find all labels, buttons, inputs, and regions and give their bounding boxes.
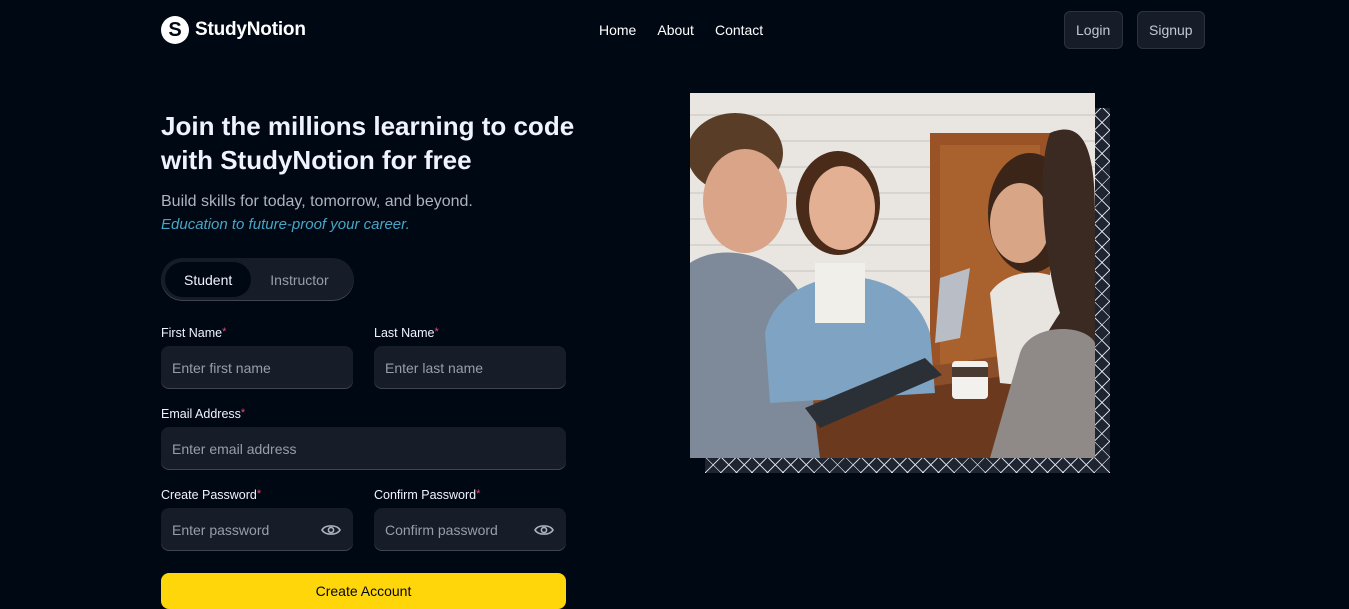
create-account-button[interactable]: Create Account: [161, 573, 566, 609]
page-subtitle: Build skills for today, tomorrow, and be…: [161, 193, 473, 210]
email-label-text: Email Address: [161, 407, 241, 421]
required-mark: *: [434, 326, 439, 338]
nav-home-link[interactable]: Home: [599, 22, 636, 38]
required-mark: *: [256, 488, 262, 500]
first-name-label-text: First Name: [161, 326, 223, 340]
password-label-text: Create Password: [161, 488, 257, 502]
eye-icon[interactable]: [320, 522, 342, 538]
login-button[interactable]: Login: [1064, 11, 1123, 49]
last-name-label: Last Name*: [374, 326, 439, 340]
last-name-field[interactable]: [374, 346, 566, 389]
page-title: Join the millions learning to code with …: [161, 111, 575, 175]
confirm-password-label-text: Confirm Password: [374, 488, 477, 502]
brand-logo[interactable]: S StudyNotion: [161, 16, 306, 44]
first-name-label: First Name*: [161, 326, 226, 340]
tab-instructor[interactable]: Instructor: [251, 262, 347, 297]
navbar: S StudyNotion Home About Contact Login S…: [0, 0, 1349, 60]
required-mark: *: [476, 488, 481, 500]
last-name-label-text: Last Name: [374, 326, 435, 340]
password-label: Create Password*: [161, 488, 261, 502]
first-name-field[interactable]: [161, 346, 353, 389]
tab-student[interactable]: Student: [165, 262, 252, 297]
logo-icon: S: [161, 16, 189, 44]
role-toggle: Student Instructor: [161, 258, 354, 301]
eye-icon[interactable]: [533, 522, 555, 538]
required-mark: *: [240, 407, 246, 419]
nav-contact-link[interactable]: Contact: [715, 22, 763, 38]
required-mark: *: [222, 326, 227, 338]
signup-button[interactable]: Signup: [1137, 11, 1205, 49]
page-tagline: Education to future-proof your career.: [161, 216, 410, 233]
email-field[interactable]: [161, 427, 566, 470]
confirm-password-label: Confirm Password*: [374, 488, 480, 502]
students-photo: [690, 93, 1095, 458]
nav-about-link[interactable]: About: [657, 22, 694, 38]
nav-links: Home About Contact: [599, 22, 763, 38]
email-label: Email Address*: [161, 407, 245, 421]
brand-name: StudyNotion: [195, 19, 306, 40]
